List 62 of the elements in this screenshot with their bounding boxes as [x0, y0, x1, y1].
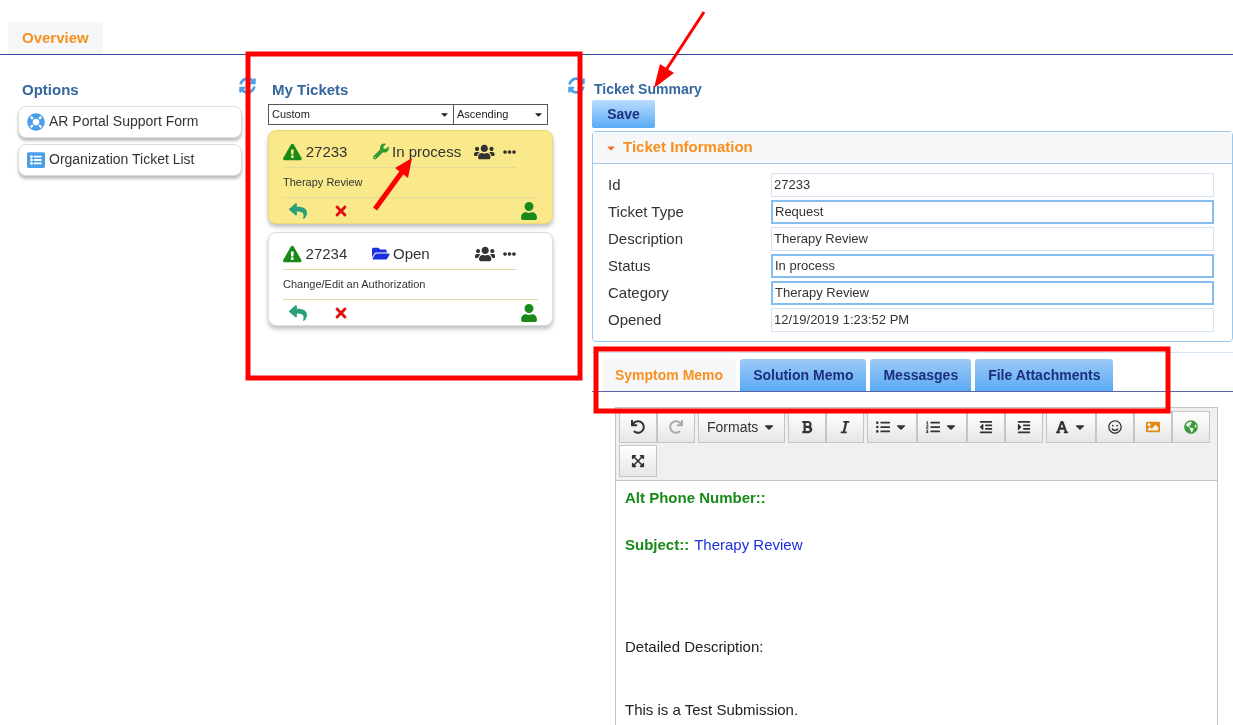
field-label: Description [608, 228, 685, 249]
sort-field-select[interactable]: Custom [268, 103, 454, 125]
link-button[interactable] [1172, 411, 1211, 443]
bold-icon [800, 420, 815, 434]
ticket-card[interactable]: 27234 Open Change/Edit an Authorization [268, 231, 553, 326]
indent-icon [1017, 420, 1032, 434]
numbered-list-icon [926, 420, 941, 434]
reply-icon[interactable] [289, 303, 307, 322]
field-label: Id [608, 174, 622, 195]
annotation-arrow [373, 158, 412, 211]
field-input[interactable]: Request [771, 200, 1214, 224]
expand-icon [631, 454, 645, 468]
sort-order-select[interactable]: Ascending [454, 103, 548, 125]
bullet-list-icon [876, 420, 891, 434]
ticket-card[interactable]: 27233 In process Therapy Review [268, 129, 553, 224]
my-tickets-heading: My Tickets [271, 80, 349, 100]
ticket-id: 27234 [305, 243, 349, 264]
person-icon[interactable] [520, 303, 538, 322]
fullscreen-button[interactable] [619, 445, 657, 477]
field-input[interactable]: In process [771, 254, 1214, 278]
ticket-summary-heading: Ticket Summary [593, 80, 703, 99]
ticket-id: 27233 [305, 141, 349, 162]
image-icon [1146, 420, 1161, 434]
person-icon[interactable] [520, 201, 538, 220]
reply-icon[interactable] [289, 201, 307, 220]
ticket-status: In process [392, 141, 463, 162]
font-icon [1055, 420, 1070, 434]
warning-icon [283, 243, 302, 264]
memo-paragraph: Detailed Description: [625, 637, 765, 657]
field-label: Category [608, 282, 670, 303]
redo-icon [669, 420, 683, 434]
memo-field-value: Therapy Review [694, 534, 803, 555]
memo-tab[interactable]: Solution Memo [740, 359, 867, 391]
field-input[interactable]: 27233 [771, 173, 1214, 197]
refresh-icon[interactable] [239, 76, 256, 94]
list-icon [27, 150, 45, 169]
warning-icon [283, 141, 302, 162]
globe-icon [1184, 420, 1199, 434]
lifebuoy-icon [27, 112, 45, 131]
wrench-icon [373, 143, 389, 161]
outdent-icon [979, 420, 994, 434]
smiley-icon [1108, 420, 1123, 434]
field-input[interactable]: Therapy Review [771, 281, 1214, 305]
ticket-status: Open [392, 243, 431, 264]
undo-icon [631, 420, 645, 434]
field-label: Status [608, 255, 652, 276]
section-title: Ticket Information [623, 137, 753, 158]
options-heading: Options [21, 80, 79, 100]
field-input[interactable]: Therapy Review [771, 227, 1214, 251]
option-button[interactable]: Organization Ticket List [18, 143, 242, 176]
memo-paragraph: This is a Test Submission. [625, 699, 800, 720]
save-button[interactable]: Save [592, 100, 655, 128]
memo-field-label: Alt Phone Number:: [625, 488, 766, 508]
option-button[interactable]: AR Portal Support Form [18, 105, 242, 138]
ticket-subject: Change/Edit an Authorization [283, 270, 538, 300]
field-label: Opened [608, 309, 663, 330]
memo-tab[interactable]: Messasges [870, 359, 972, 391]
refresh-icon[interactable] [568, 76, 585, 94]
memo-field-label: Subject:: [625, 534, 690, 555]
memo-tab[interactable]: File Attachments [975, 359, 1114, 391]
field-label: Ticket Type [608, 201, 685, 222]
field-input[interactable]: 12/19/2019 1:23:52 PM [771, 308, 1214, 332]
